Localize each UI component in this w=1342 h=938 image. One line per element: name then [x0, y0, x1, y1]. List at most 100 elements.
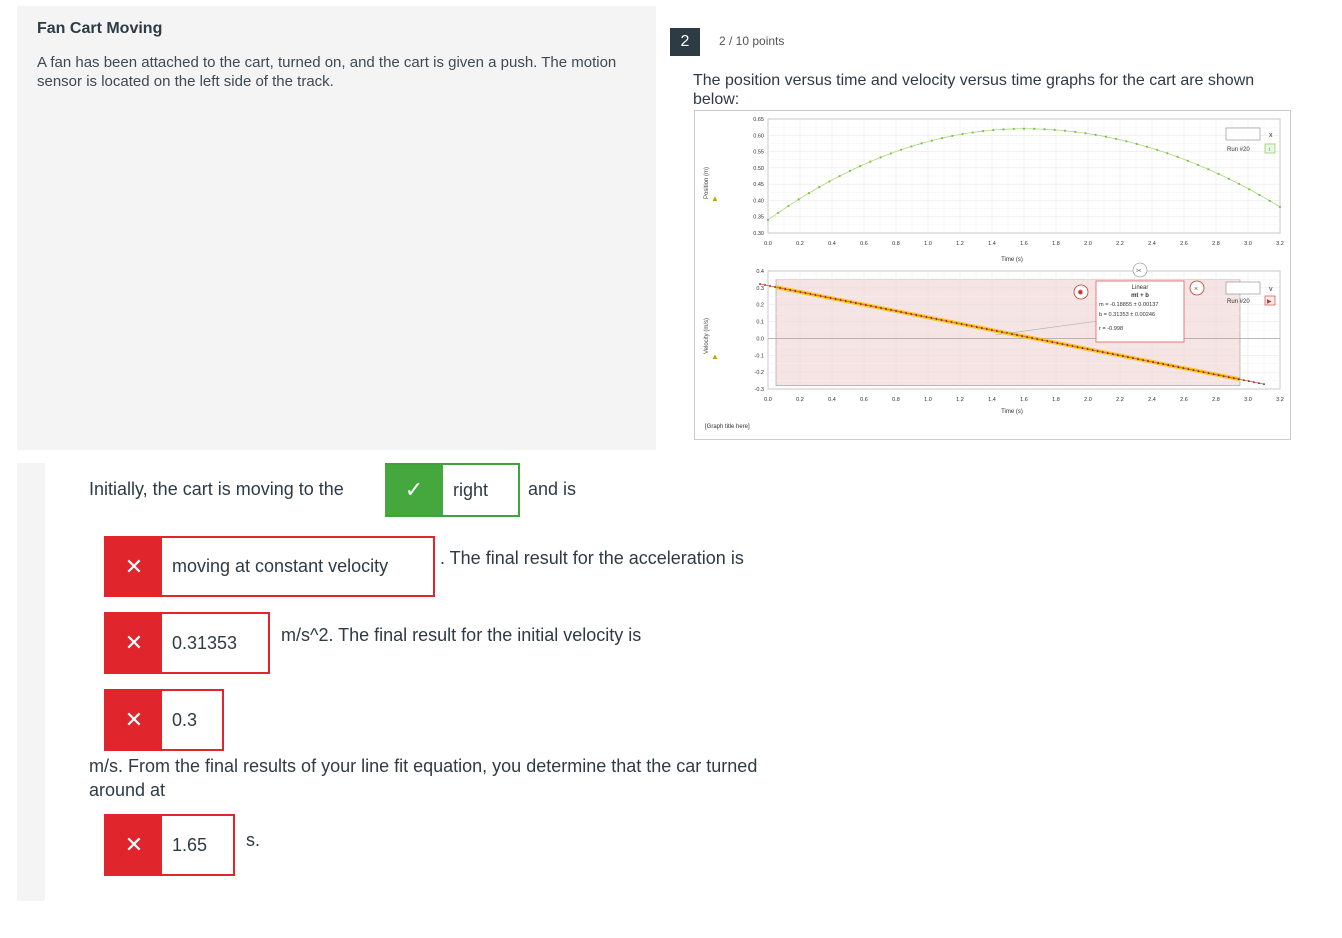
velocity-point: [1177, 366, 1180, 368]
position-point: [1074, 130, 1077, 133]
fit-formula: mt + b: [1131, 293, 1149, 299]
position-point: [787, 204, 790, 208]
position-y-ticks: 0.30 0.35 0.40 0.45 0.50 0.55 0.60 0.65: [753, 117, 764, 237]
velocity-point: [920, 315, 923, 317]
position-point: [1033, 127, 1036, 130]
y-tick-label: 0.3: [756, 286, 764, 292]
position-point: [1002, 128, 1005, 131]
velocity-point: [1207, 372, 1210, 374]
answer-motion[interactable]: ✕ moving at constant velocity: [104, 536, 435, 597]
velocity-point: [1101, 351, 1104, 353]
passage-panel: Fan Cart Moving A fan has been attached …: [17, 6, 656, 450]
answer-turnaround[interactable]: ✕ 1.65: [104, 814, 235, 876]
velocity-point: [1051, 341, 1054, 343]
position-point: [1268, 199, 1271, 202]
velocity-point: [1197, 370, 1200, 372]
velocity-point: [1202, 371, 1205, 373]
velocity-point: [1056, 342, 1059, 344]
position-point: [1104, 135, 1108, 138]
y-tick-label: -0.2: [755, 370, 764, 376]
velocity-point: [1132, 357, 1134, 359]
velocity-point: [930, 317, 933, 319]
x-tick-label: 1.2: [956, 397, 964, 403]
answer-acceleration[interactable]: ✕ 0.31353: [104, 612, 270, 674]
position-point: [859, 165, 862, 168]
position-point: [1063, 129, 1067, 132]
question-number: 2: [670, 28, 700, 56]
x-tick-label: 1.6: [1020, 397, 1028, 403]
velocity-point: [824, 296, 827, 298]
velocity-xlabel: Time (s): [1001, 409, 1023, 415]
x-tick-label: 1.2: [956, 241, 964, 247]
incorrect-icon: ✕: [106, 816, 162, 874]
answer-motion-value: moving at constant velocity: [172, 556, 389, 576]
answer-direction[interactable]: ✓ right: [385, 463, 520, 517]
position-point: [1258, 193, 1261, 197]
velocity-point: [849, 301, 852, 303]
x-tick-label: 3.2: [1276, 241, 1284, 247]
velocity-point: [804, 292, 807, 294]
x-tick-label: 2.8: [1212, 397, 1220, 403]
position-point: [940, 137, 944, 140]
answer-initial-velocity[interactable]: ✕ 0.3: [104, 689, 224, 751]
position-point: [1166, 152, 1169, 155]
position-point: [1207, 168, 1210, 171]
position-x-ticks: 0.0 0.2 0.4 0.6 0.8 1.0 1.2 1.4 1.6 1.8 2.0 2.2 2.4 2…: [764, 241, 1284, 247]
velocity-point: [1046, 340, 1049, 342]
x-tick-label: 0.4: [828, 241, 836, 247]
velocity-point: [1111, 353, 1114, 355]
x-tick-label: 0.0: [764, 241, 772, 247]
dropdown-v[interactable]: v: [1269, 286, 1273, 293]
velocity-point: [945, 320, 948, 322]
velocity-point: [880, 307, 882, 309]
graph-svg: 0.300.350.400.450.500.550.600.65 0.0 0.2 0…: [704, 117, 1284, 430]
position-point: [797, 198, 800, 201]
velocity-point: [1081, 347, 1084, 349]
position-point: [869, 160, 872, 163]
x-tick-label: 2.2: [1116, 241, 1124, 247]
close-icon[interactable]: x: [1269, 132, 1273, 139]
position-point: [828, 180, 831, 183]
x-tick-label: 1.0: [924, 241, 932, 247]
answer-margin-bar: [17, 463, 45, 901]
velocity-point: [1061, 343, 1064, 345]
velocity-point: [769, 285, 771, 287]
velocity-point: [1096, 350, 1099, 352]
motion-graphs: 0.30 0.35 0.40 0.45 0.50 0.55 0.60 0.65 0.0 0.2 0…: [694, 110, 1291, 440]
velocity-point: [1016, 334, 1018, 336]
velocity-point: [1116, 354, 1119, 356]
position-point: [879, 156, 882, 159]
velocity-point: [814, 294, 817, 296]
position-point: [1084, 132, 1087, 135]
passage-body: A fan has been attached to the cart, tur…: [37, 54, 617, 90]
velocity-point: [1021, 335, 1023, 337]
position-point: [1248, 188, 1251, 191]
warning-icon: ▲: [711, 194, 719, 203]
position-point: [910, 145, 913, 148]
velocity-point: [819, 295, 822, 297]
incorrect-icon: ✕: [106, 691, 162, 749]
velocity-point: [854, 302, 857, 304]
velocity-point: [1106, 352, 1109, 354]
run-select-box-bottom[interactable]: [1225, 281, 1261, 295]
velocity-point: [1152, 361, 1155, 363]
velocity-point: [1217, 374, 1220, 376]
position-point: [1237, 182, 1241, 186]
play-icon: ▶: [1267, 299, 1272, 305]
velocity-point: [915, 314, 918, 316]
x-tick-label: 0.8: [892, 397, 900, 403]
run-select-box-top[interactable]: [1225, 127, 1261, 141]
velocity-point: [910, 313, 913, 315]
velocity-point: [829, 297, 832, 299]
answer-initial-velocity-value: 0.3: [172, 709, 198, 730]
fit-b: b = 0.31353 ± 0.00246: [1099, 312, 1155, 318]
velocity-point: [1026, 336, 1029, 338]
position-point: [961, 132, 964, 136]
velocity-point: [1142, 359, 1144, 361]
position-point: [1125, 140, 1128, 143]
graph-caption: [Graph title here]: [705, 424, 750, 430]
velocity-point: [779, 287, 782, 289]
close-icon: ×: [1194, 286, 1198, 293]
answer-acceleration-value: 0.31353: [172, 632, 238, 653]
x-tick-label: 1.4: [988, 241, 996, 247]
